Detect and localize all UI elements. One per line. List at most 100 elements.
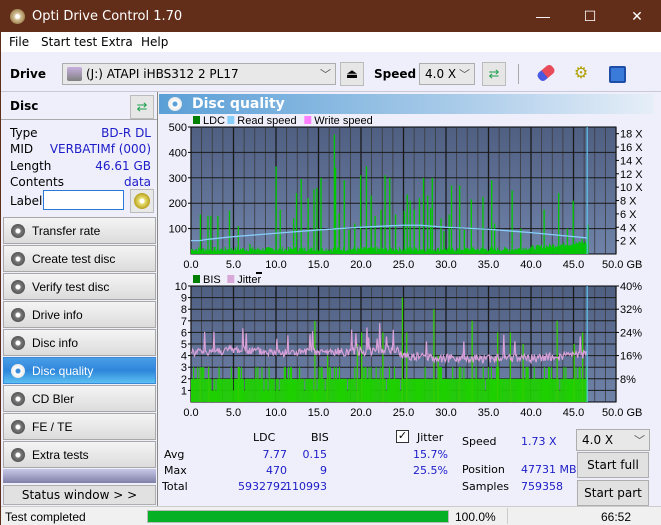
bis-spike (314, 320, 316, 402)
bis-bar (551, 367, 553, 402)
bis-bar (479, 378, 481, 402)
bis-bar (392, 378, 395, 402)
stats-avg-label: Avg (164, 448, 185, 461)
ldc-bar (424, 251, 426, 254)
bis-spike (382, 332, 384, 402)
nav-disc-info[interactable]: Disc info (3, 329, 156, 356)
ldc-bar (331, 251, 333, 254)
bis-bar (466, 378, 468, 402)
erase-button[interactable] (534, 62, 558, 86)
ldc-bar (546, 246, 549, 254)
minimize-button[interactable]: — (520, 1, 566, 32)
close-button[interactable]: ✕ (614, 1, 660, 32)
disc-test-icon (11, 420, 25, 434)
ldc-bar (399, 247, 401, 254)
bis-bar (518, 378, 520, 402)
start-part-button[interactable]: Start part (577, 480, 649, 506)
refresh-button[interactable]: ⇄ (482, 62, 506, 86)
save-button[interactable] (605, 62, 629, 86)
bis-bar (265, 378, 267, 402)
ldc-bar (425, 251, 427, 254)
settings-button[interactable]: ⚙ (569, 62, 593, 86)
test-speed-value: 4.0 X (582, 433, 614, 447)
nav-extra-tests[interactable]: Extra tests (3, 441, 156, 468)
nav-verify-test-disc[interactable]: Verify test disc (3, 273, 156, 300)
ldc-bar (202, 247, 204, 254)
ldc-bar (387, 249, 389, 254)
bis-bar (243, 378, 245, 402)
bis-bar (525, 367, 527, 402)
bis-bar (233, 378, 235, 402)
bis-bar (323, 378, 325, 402)
drive-select[interactable]: (J:) ATAPI iHBS312 2 PL17 ﹀ (62, 63, 336, 85)
bis-bar (533, 367, 535, 402)
bis-bar (220, 378, 222, 402)
y-tick-label: 8 (181, 304, 187, 316)
bis-bar (247, 378, 249, 402)
menu-file[interactable]: File (9, 35, 29, 49)
ldc-bar (465, 248, 467, 254)
disc-label-button[interactable] (130, 189, 154, 213)
menu-start-test[interactable]: Start test (41, 35, 97, 49)
bis-bar (372, 378, 374, 402)
bis-bar (462, 378, 464, 402)
jitter-checkbox[interactable]: ✓ (396, 430, 409, 443)
y2-tick-label: 12 X (620, 169, 643, 181)
nav-cd-bler[interactable]: CD Bler (3, 385, 156, 412)
bis-spike (582, 332, 584, 402)
bis-bar (281, 378, 283, 402)
start-full-button[interactable]: Start full (577, 452, 649, 478)
bis-bar (399, 378, 401, 402)
status-window-button[interactable]: Status window > > (3, 485, 156, 505)
bis-bar (342, 378, 345, 402)
bis-bar (413, 378, 415, 402)
menu-help[interactable]: Help (141, 35, 168, 49)
save-icon (608, 66, 626, 83)
x-tick-label: 40.0 (520, 407, 541, 419)
bis-bar (469, 378, 471, 402)
y2-tick-label: 4 X (620, 222, 637, 234)
nav-drive-info[interactable]: Drive info (3, 301, 156, 328)
ldc-bar (259, 249, 261, 254)
bis-bar (456, 378, 458, 402)
bis-bar (257, 367, 259, 402)
nav-create-test-disc[interactable]: Create test disc (3, 245, 156, 272)
test-speed-select[interactable]: 4.0 X ﹀ (576, 429, 650, 451)
bis-bar (584, 378, 586, 402)
ldc-bar (525, 247, 527, 254)
nav-fe-te[interactable]: FE / TE (3, 413, 156, 440)
ldc-spike (470, 199, 472, 254)
nav-transfer-rate[interactable]: Transfer rate (3, 217, 156, 244)
ldc-bar (284, 248, 286, 254)
nav-disc-quality[interactable]: Disc quality (3, 357, 156, 384)
bis-bar (234, 378, 236, 402)
bis-bar (330, 378, 332, 402)
bis-bar (254, 378, 256, 402)
bis-bar (321, 367, 323, 402)
toolbar: Drive (J:) ATAPI iHBS312 2 PL17 ﹀ ⏏ Spee… (1, 52, 661, 92)
left-panel: Disc ⇄ Type BD-R DL MID VERBATIMf (000) … (1, 92, 158, 506)
nav-spacer (3, 469, 156, 483)
bis-bar (365, 367, 367, 402)
speed-select[interactable]: 4.0 X ﹀ (419, 63, 475, 85)
ldc-spike (333, 134, 336, 254)
bis-bar (545, 378, 548, 402)
maximize-button[interactable]: ☐ (567, 1, 613, 32)
eject-button[interactable]: ⏏ (340, 62, 364, 86)
ldc-bar (507, 248, 509, 254)
ldc-bar (485, 249, 487, 254)
y2-tick-label: 10 X (620, 182, 643, 194)
ldc-bar (297, 251, 299, 254)
ldc-bar (487, 250, 489, 254)
disc-label-input[interactable] (43, 190, 124, 210)
nav-label: FE / TE (32, 420, 73, 434)
menu-extra[interactable]: Extra (101, 35, 133, 49)
legend-label: LDC (203, 115, 225, 127)
ldc-bar (522, 248, 524, 254)
bis-bar (546, 378, 549, 402)
ldc-spike (249, 243, 251, 254)
disc-refresh-button[interactable]: ⇄ (130, 95, 154, 119)
bis-bar (397, 378, 399, 402)
chevron-down-icon: ﹀ (634, 434, 645, 447)
ldc-bar (521, 250, 523, 254)
